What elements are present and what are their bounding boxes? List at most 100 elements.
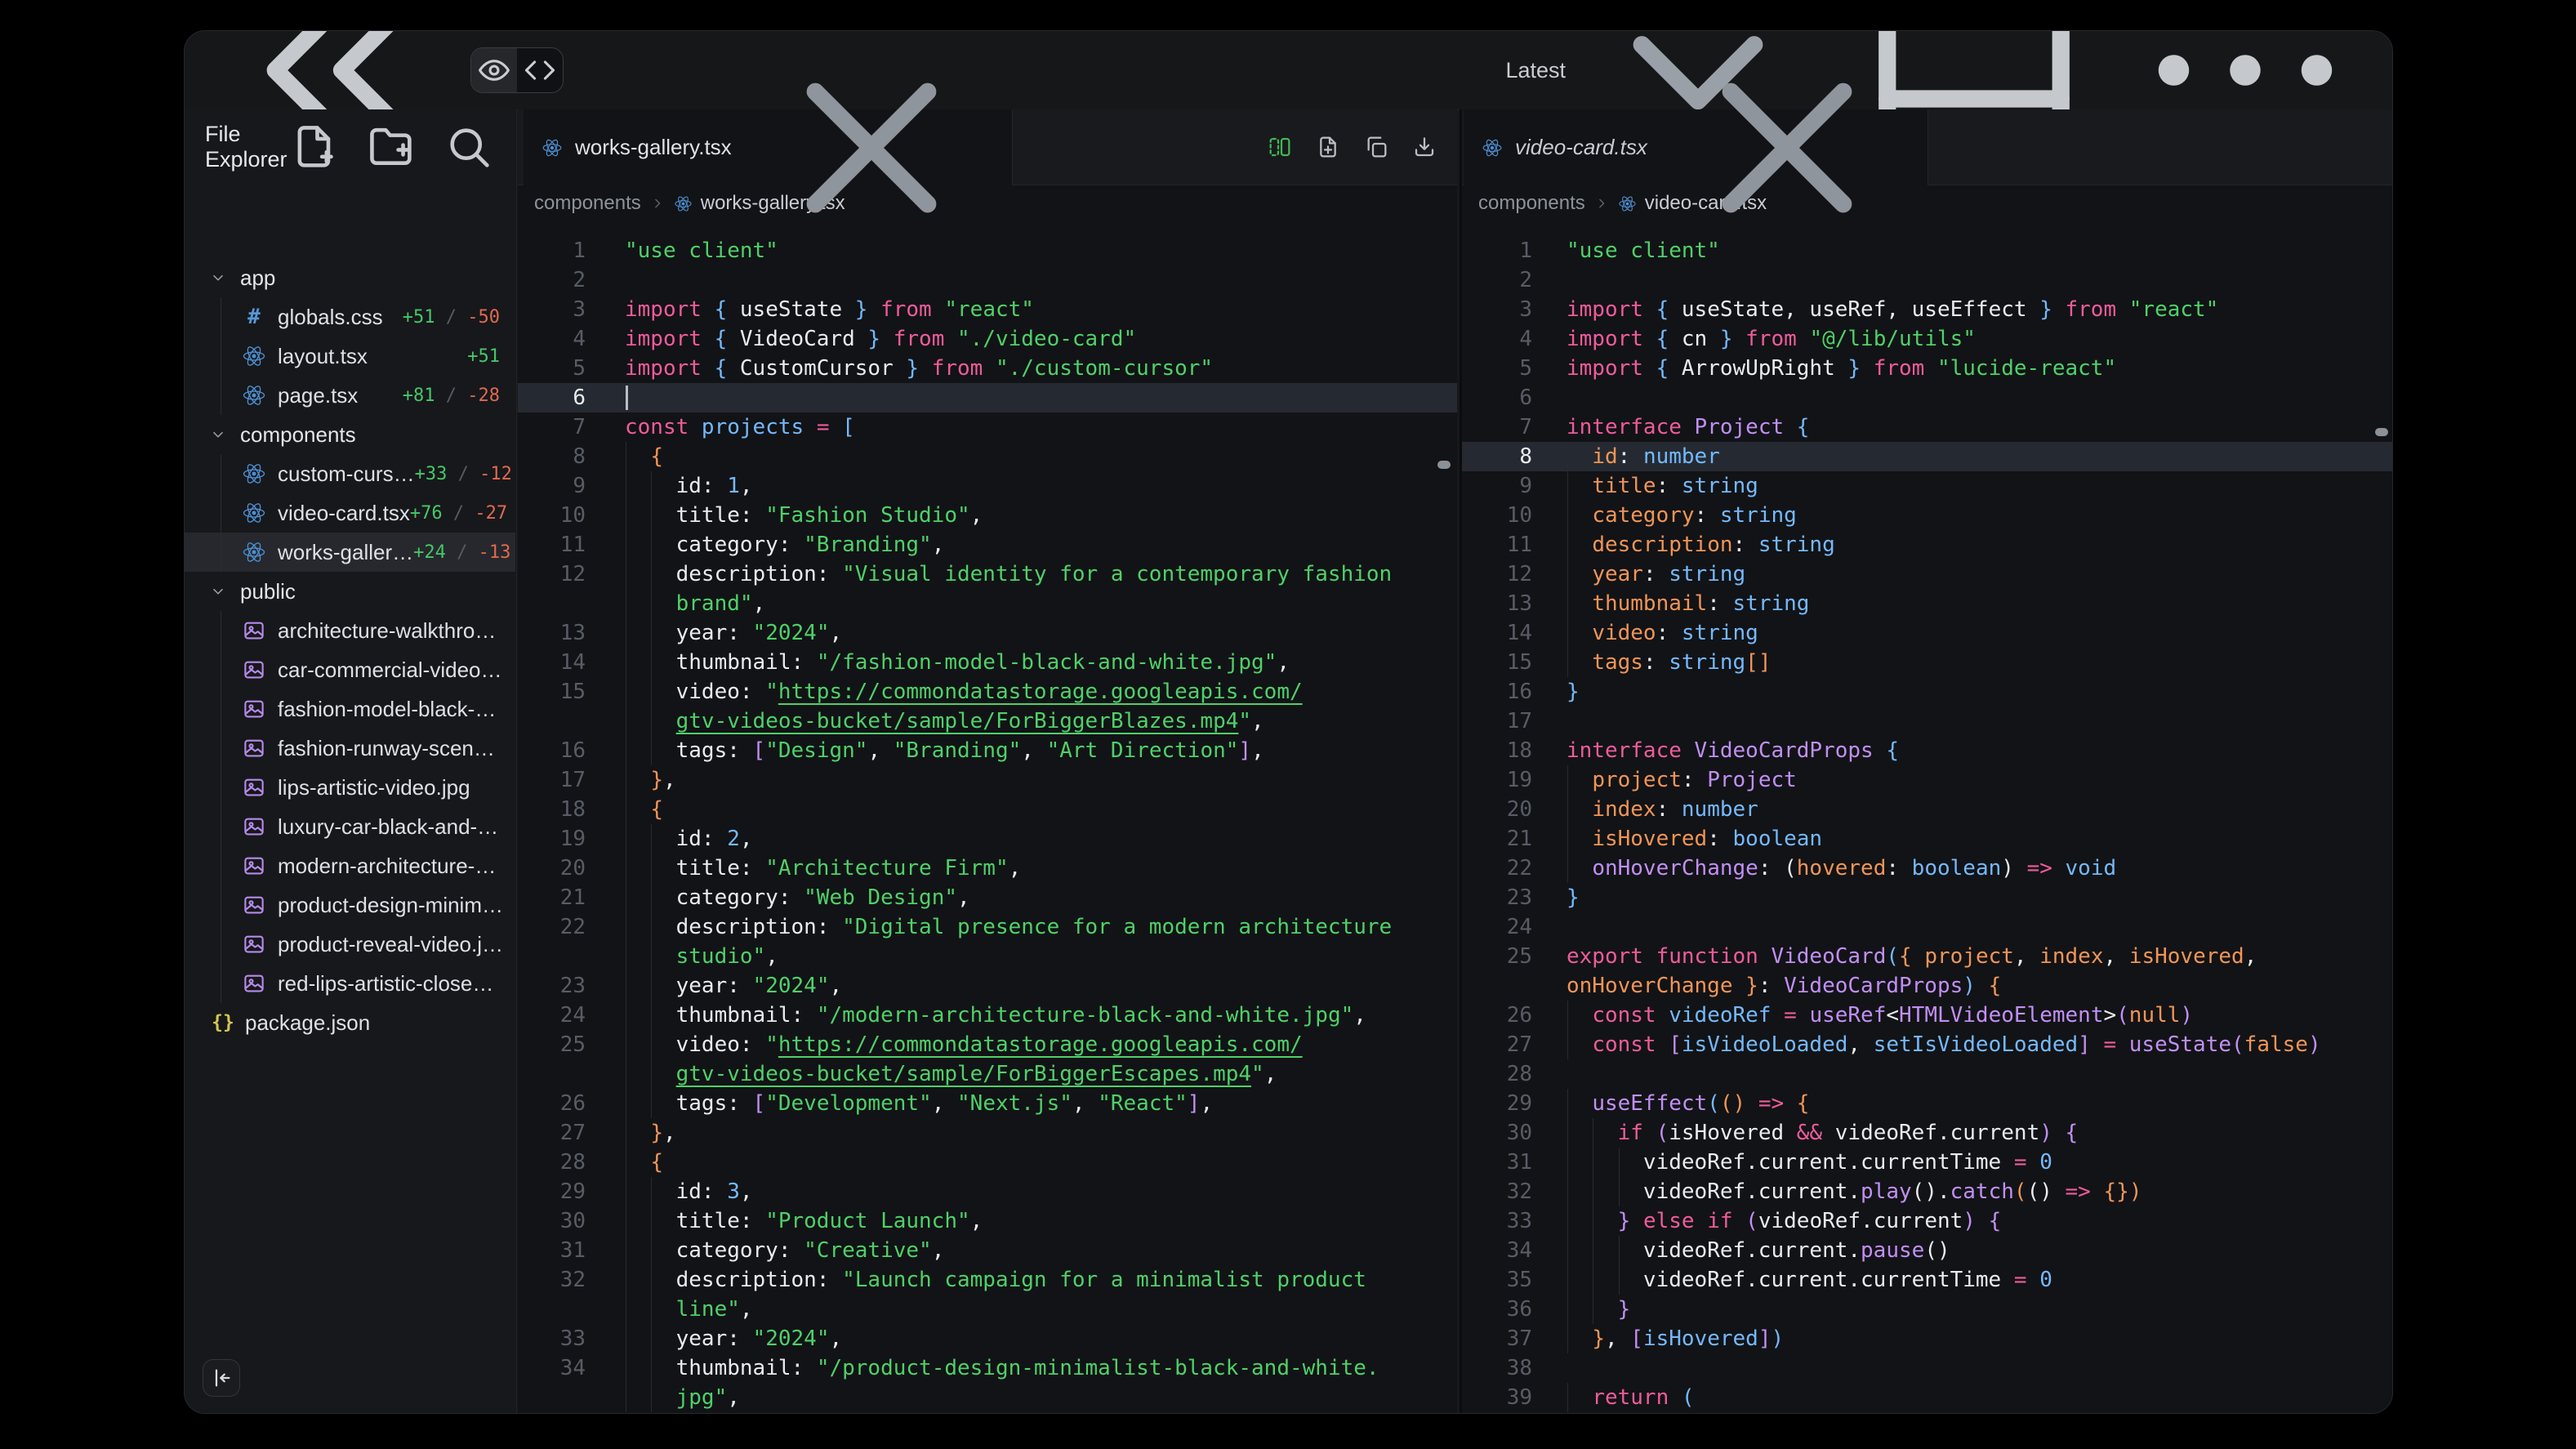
code-line[interactable]: 17: [1462, 707, 2393, 736]
code-line[interactable]: 15 video: "https://commondatastorage.goo…: [518, 677, 1457, 707]
tree-item[interactable]: product-design-minim…: [185, 885, 515, 925]
code-line[interactable]: 25 video: "https://commondatastorage.goo…: [518, 1030, 1457, 1059]
tree-item[interactable]: page.tsx+81 / -28: [185, 376, 515, 415]
scrollbar-thumb[interactable]: [1437, 461, 1451, 469]
code-line[interactable]: 29 id: 3,: [518, 1177, 1457, 1206]
tree-folder-components[interactable]: components: [185, 415, 515, 454]
code-line[interactable]: 9 id: 1,: [518, 471, 1457, 501]
code-line[interactable]: 1"use client": [1462, 236, 2393, 265]
tree-item[interactable]: custom-curs…+33 / -12: [185, 454, 515, 493]
tree-item[interactable]: modern-architecture-…: [185, 846, 515, 885]
code-line[interactable]: 9 title: string: [1462, 471, 2393, 501]
code-line[interactable]: 7interface Project {: [1462, 412, 2393, 442]
tree-item[interactable]: product-reveal-video.j…: [185, 925, 515, 964]
tree-item[interactable]: works-galler…+24 / -13: [185, 533, 515, 572]
code-line[interactable]: 10 title: "Fashion Studio",: [518, 501, 1457, 530]
code-line[interactable]: 10 category: string: [1462, 501, 2393, 530]
code-line[interactable]: 16}: [1462, 677, 2393, 707]
code-editor-left[interactable]: 1"use client"23import { useState } from …: [518, 222, 1457, 1413]
tree-item[interactable]: video-card.tsx+76 / -27: [185, 493, 515, 533]
code-line[interactable]: 35 videoRef.current.currentTime = 0: [1462, 1265, 2393, 1295]
code-line[interactable]: 7const projects = [: [518, 412, 1457, 442]
code-line[interactable]: 25export function VideoCard({ project, i…: [1462, 942, 2393, 971]
tree-folder-public[interactable]: public: [185, 572, 515, 611]
code-line[interactable]: 39 return (: [1462, 1383, 2393, 1412]
code-line[interactable]: 11 description: string: [1462, 530, 2393, 560]
code-line[interactable]: 31 videoRef.current.currentTime = 0: [1462, 1148, 2393, 1177]
code-line[interactable]: 33 } else if (videoRef.current) {: [1462, 1206, 2393, 1236]
code-line[interactable]: 2: [1462, 265, 2393, 295]
code-line[interactable]: 6: [1462, 383, 2393, 412]
code-line[interactable]: 6: [518, 383, 1457, 412]
code-line[interactable]: 14 video: string: [1462, 618, 2393, 648]
tree-folder-app[interactable]: app: [185, 258, 515, 297]
code-line[interactable]: 5import { ArrowUpRight } from "lucide-re…: [1462, 354, 2393, 383]
tree-item[interactable]: car-commercial-video…: [185, 650, 515, 689]
code-line[interactable]: onHoverChange }: VideoCardProps) {: [1462, 971, 2393, 1001]
code-line[interactable]: 37 }, [isHovered]): [1462, 1324, 2393, 1353]
code-line[interactable]: 34 videoRef.current.pause(): [1462, 1236, 2393, 1265]
code-line[interactable]: 3import { useState, useRef, useEffect } …: [1462, 295, 2393, 324]
code-line[interactable]: 22 description: "Digital presence for a …: [518, 912, 1457, 942]
code-line[interactable]: 30 if (isHovered && videoRef.current) {: [1462, 1118, 2393, 1148]
code-line[interactable]: 23}: [1462, 883, 2393, 912]
code-line[interactable]: 19 id: 2,: [518, 824, 1457, 854]
code-line[interactable]: 32 description: "Launch campaign for a m…: [518, 1265, 1457, 1295]
code-line[interactable]: 32 videoRef.current.play().catch(() => {…: [1462, 1177, 2393, 1206]
preview-mode-button[interactable]: [471, 48, 517, 92]
tree-item[interactable]: architecture-walkthro…: [185, 611, 515, 650]
tab-works-gallery[interactable]: works-gallery.tsx: [524, 109, 1013, 185]
code-line[interactable]: 12 description: "Visual identity for a c…: [518, 560, 1457, 589]
code-line[interactable]: 31 category: "Creative",: [518, 1236, 1457, 1265]
code-line[interactable]: 4import { VideoCard } from "./video-card…: [518, 324, 1457, 354]
breadcrumb-folder[interactable]: components: [534, 192, 641, 215]
code-line[interactable]: 5import { CustomCursor } from "./custom-…: [518, 354, 1457, 383]
code-line[interactable]: 22 onHoverChange: (hovered: boolean) => …: [1462, 854, 2393, 883]
file-plus-button[interactable]: [1315, 134, 1341, 160]
code-line[interactable]: 27 const [isVideoLoaded, setIsVideoLoade…: [1462, 1030, 2393, 1059]
code-line[interactable]: 26 tags: ["Development", "Next.js", "Rea…: [518, 1089, 1457, 1118]
code-line[interactable]: 23 year: "2024",: [518, 971, 1457, 1001]
code-line[interactable]: 38: [1462, 1353, 2393, 1383]
tab-close-button[interactable]: [749, 30, 994, 270]
code-line[interactable]: 33 year: "2024",: [518, 1324, 1457, 1353]
code-line[interactable]: 20 index: number: [1462, 795, 2393, 824]
tree-item[interactable]: #globals.css+51 / -50: [185, 297, 515, 337]
search-button[interactable]: [442, 120, 495, 173]
code-line[interactable]: line",: [518, 1295, 1457, 1324]
code-line[interactable]: 20 title: "Architecture Firm",: [518, 854, 1457, 883]
split-diff-button[interactable]: [1267, 134, 1293, 160]
new-folder-button[interactable]: [364, 120, 417, 173]
code-mode-button[interactable]: [517, 48, 563, 92]
tree-item[interactable]: lips-artistic-video.jpg: [185, 768, 515, 807]
code-line[interactable]: 14 thumbnail: "/fashion-model-black-and-…: [518, 648, 1457, 677]
code-line[interactable]: studio",: [518, 942, 1457, 971]
code-line[interactable]: 27 },: [518, 1118, 1457, 1148]
breadcrumb-folder[interactable]: components: [1478, 192, 1585, 215]
tree-item[interactable]: layout.tsx+51: [185, 337, 515, 376]
code-line[interactable]: 24 thumbnail: "/modern-architecture-blac…: [518, 1001, 1457, 1030]
code-line[interactable]: 17 },: [518, 765, 1457, 795]
tree-item[interactable]: luxury-car-black-and-…: [185, 807, 515, 846]
code-line[interactable]: 13 year: "2024",: [518, 618, 1457, 648]
tree-item[interactable]: {}package.json: [185, 1003, 515, 1042]
code-line[interactable]: 34 thumbnail: "/product-design-minimalis…: [518, 1353, 1457, 1383]
code-line[interactable]: 11 category: "Branding",: [518, 530, 1457, 560]
code-line[interactable]: 28: [1462, 1059, 2393, 1089]
code-editor-right[interactable]: 1"use client"23import { useState, useRef…: [1462, 222, 2393, 1413]
code-line[interactable]: jpg",: [518, 1383, 1457, 1412]
collapse-panel-button[interactable]: [203, 1359, 240, 1397]
copy-button[interactable]: [1363, 134, 1389, 160]
code-line[interactable]: 36 }: [1462, 1295, 2393, 1324]
code-line[interactable]: 8 id: number: [1462, 442, 2393, 471]
code-line[interactable]: 26 const videoRef = useRef<HTMLVideoElem…: [1462, 1001, 2393, 1030]
code-line[interactable]: 21 isHovered: boolean: [1462, 824, 2393, 854]
code-line[interactable]: 29 useEffect(() => {: [1462, 1089, 2393, 1118]
tree-item[interactable]: fashion-model-black-…: [185, 689, 515, 729]
code-line[interactable]: 30 title: "Product Launch",: [518, 1206, 1457, 1236]
code-line[interactable]: gtv-videos-bucket/sample/ForBiggerBlazes…: [518, 707, 1457, 736]
code-line[interactable]: 12 year: string: [1462, 560, 2393, 589]
code-line[interactable]: 18interface VideoCardProps {: [1462, 736, 2393, 765]
tree-item[interactable]: red-lips-artistic-close…: [185, 964, 515, 1003]
code-line[interactable]: 3import { useState } from "react": [518, 295, 1457, 324]
